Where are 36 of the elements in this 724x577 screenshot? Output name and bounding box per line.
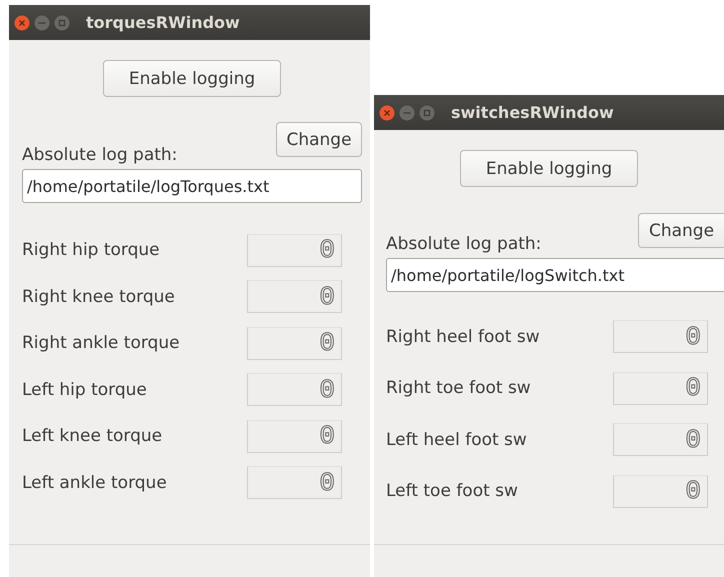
path-field[interactable]: /home/portatile/logSwitch.txt [386, 258, 724, 292]
lcd-display: 0 [247, 466, 342, 500]
change-button[interactable]: Change [276, 122, 362, 157]
lcd-display: 0 [247, 420, 342, 453]
lcd-display: 0 [613, 372, 708, 405]
reading-label: Left ankle torque [22, 472, 167, 493]
reading-label: Right toe foot sw [386, 378, 531, 398]
path-label: Absolute log path: [386, 234, 542, 254]
reading-label: Right knee torque [22, 286, 175, 307]
lcd-display: 0 [247, 326, 342, 360]
reading-label: Right heel foot sw [386, 326, 540, 347]
reading-label: Right ankle torque [22, 333, 180, 354]
reading-label: Left heel foot sw [386, 430, 527, 450]
path-field[interactable]: /home/portatile/logTorques.txt [22, 169, 362, 203]
minimize-icon[interactable] [399, 104, 415, 120]
change-button[interactable]: Change [638, 213, 724, 248]
enable-logging-button[interactable]: Enable logging [460, 150, 638, 187]
reading-label: Left hip torque [22, 380, 147, 400]
maximize-icon[interactable] [419, 104, 435, 120]
lcd-display: 0 [247, 280, 342, 314]
lcd-display: 0 [247, 373, 342, 406]
minimize-icon[interactable] [34, 14, 50, 30]
reading-label: Left knee torque [22, 426, 162, 446]
enable-logging-button[interactable]: Enable logging [103, 60, 281, 97]
lcd-display: 0 [613, 474, 708, 508]
reading-label: Left toe foot sw [386, 481, 518, 502]
close-icon[interactable] [379, 104, 395, 120]
close-icon[interactable] [14, 14, 30, 30]
window-title: torquesRWindow [86, 13, 240, 32]
reading-label: Right hip torque [22, 240, 160, 260]
maximize-icon[interactable] [54, 14, 70, 30]
lcd-display: 0 [613, 320, 708, 354]
lcd-display: 0 [247, 234, 342, 267]
lcd-display: 0 [613, 423, 708, 456]
path-label: Absolute log path: [22, 145, 178, 165]
window-title: switchesRWindow [451, 103, 614, 122]
